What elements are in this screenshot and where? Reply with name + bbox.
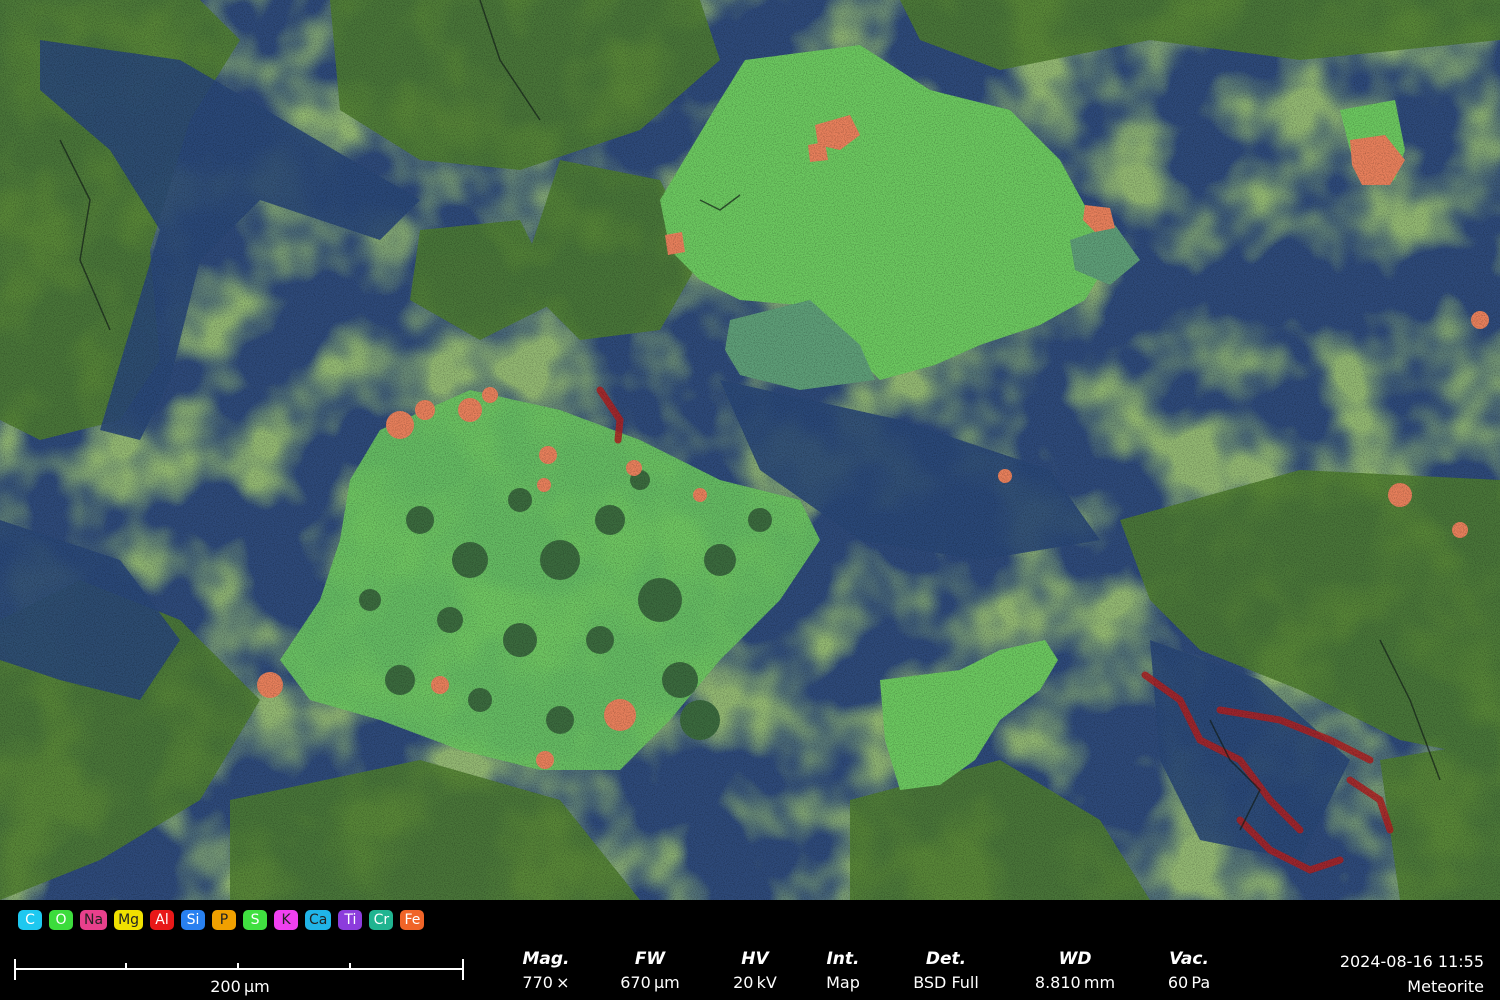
param-int: Int. Map [783, 949, 903, 995]
legend-chip-ti[interactable]: Ti [338, 910, 363, 930]
legend-chip-p[interactable]: P [212, 910, 237, 930]
param-vac: Vac. 60 Pa [1129, 949, 1249, 995]
legend-chip-ca[interactable]: Ca [305, 910, 332, 930]
eds-map-svg [0, 0, 1500, 900]
param-key: WD [1058, 949, 1092, 969]
legend-chip-k[interactable]: K [274, 910, 299, 930]
param-key: Vac. [1169, 949, 1209, 969]
legend-chip-s[interactable]: S [243, 910, 268, 930]
param-key: Det. [925, 949, 967, 969]
legend-chip-fe[interactable]: Fe [400, 910, 425, 930]
timestamp-block: 2024-08-16 11:55 Meteorite [1340, 949, 1484, 999]
param-value: 8.810 mm [1034, 973, 1116, 992]
legend-chip-mg[interactable]: Mg [114, 910, 144, 930]
legend-chip-cr[interactable]: Cr [369, 910, 394, 930]
param-wd: WD 8.810 mm [1015, 949, 1135, 995]
legend-chip-o[interactable]: O [49, 910, 73, 930]
param-value: BSD Full [913, 973, 979, 992]
eds-noise-overlay [0, 0, 1500, 900]
param-value: Map [826, 973, 860, 992]
scale-bar-label: 200 μm [210, 977, 270, 996]
legend-chip-na[interactable]: Na [80, 910, 108, 930]
param-value: 770 × [522, 973, 570, 992]
param-key: Mag. [522, 949, 570, 969]
param-key: Int. [826, 949, 860, 969]
sample-name: Meteorite [1407, 977, 1484, 996]
param-mag: Mag. 770 × [486, 949, 606, 995]
param-value: 670 μm [620, 973, 680, 992]
param-det: Det. BSD Full [886, 949, 1006, 995]
param-fw: FW 670 μm [590, 949, 710, 995]
param-key: FW [634, 949, 666, 969]
legend-chip-c[interactable]: C [18, 910, 42, 930]
acquisition-datetime: 2024-08-16 11:55 [1339, 952, 1484, 971]
element-legend: C O Na Mg Al Si P S K Ca Ti Cr Fe [18, 910, 425, 930]
param-value: 60 Pa [1167, 973, 1211, 992]
eds-map-image[interactable] [0, 0, 1500, 900]
legend-chip-si[interactable]: Si [181, 910, 206, 930]
legend-chip-al[interactable]: Al [150, 910, 175, 930]
